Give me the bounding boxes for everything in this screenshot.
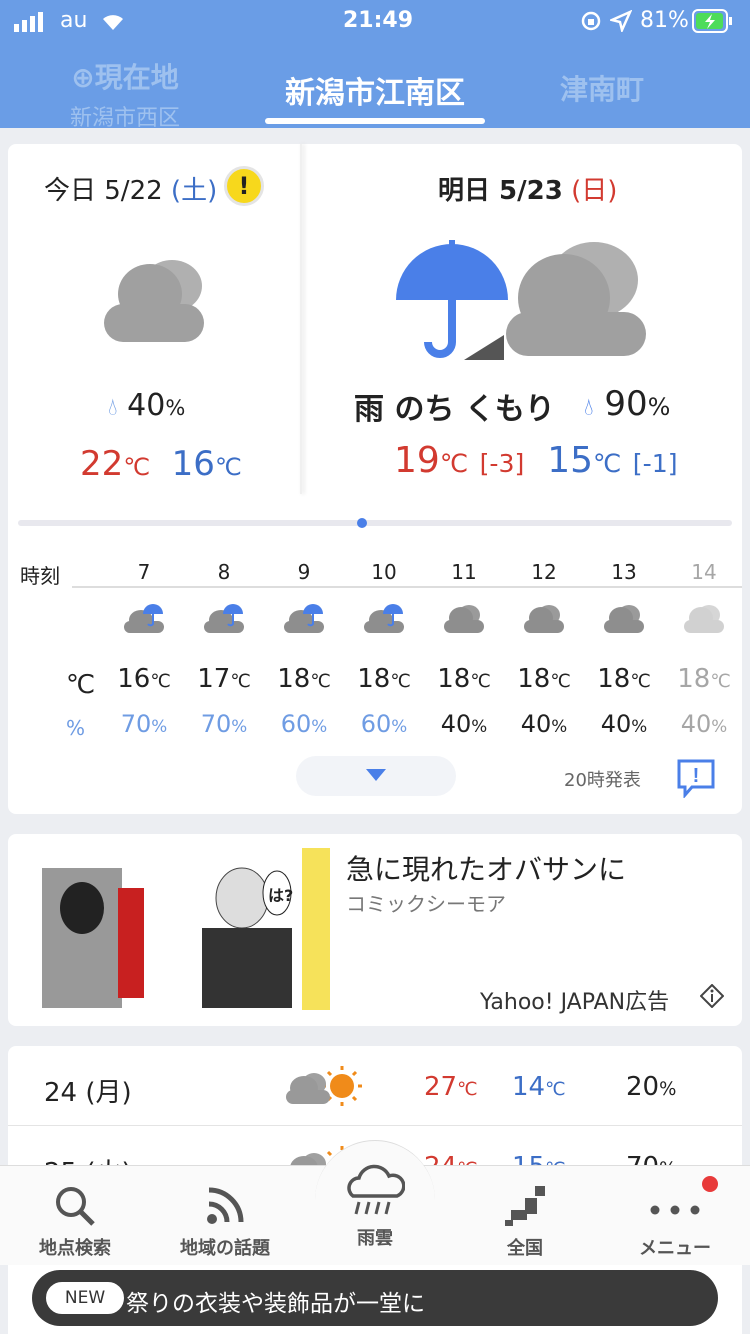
svg-text:!: ! <box>693 765 700 787</box>
location-icon <box>608 9 633 38</box>
nav-national-label: 全国 <box>507 1238 543 1259</box>
cloud-icon <box>443 602 485 638</box>
weekly-date: 24 (月) <box>44 1078 132 1108</box>
search-icon <box>56 1187 95 1226</box>
status-bar: au 21:49 81% <box>0 0 750 44</box>
comic-bubble-text: は? <box>268 886 294 905</box>
clock: 21:49 <box>343 8 414 33</box>
active-tab-indicator <box>265 118 485 124</box>
cloud-icon <box>523 602 565 638</box>
battery-icon <box>692 9 734 39</box>
nav-national[interactable]: 全国 <box>450 1166 600 1260</box>
hour-label: 12 <box>531 560 557 584</box>
nav-topics-label: 地域の話題 <box>180 1238 270 1259</box>
weekly-high: 27℃ <box>424 1072 478 1102</box>
hour-rain: 60% <box>360 710 408 738</box>
rss-icon <box>207 1187 244 1224</box>
hour-rain: 40% <box>680 710 728 738</box>
hour-label: 9 <box>297 560 311 584</box>
nav-menu[interactable]: メニュー <box>600 1166 750 1260</box>
cloud-rain-icon <box>363 602 405 638</box>
hour-temp: 18℃ <box>597 664 651 694</box>
ad-source: コミックシーモア <box>346 892 506 916</box>
hour-label: 8 <box>217 560 231 584</box>
hour-rain: 70% <box>120 710 168 738</box>
hour-rain: 40% <box>600 710 648 738</box>
new-badge: NEW <box>46 1282 124 1314</box>
ad-info-icon[interactable] <box>699 983 725 1012</box>
ad-title[interactable]: 急に現れたオバサンに <box>346 848 626 888</box>
weekly-rain: 20% <box>626 1072 677 1102</box>
news-text: 祭りの衣装や装飾品が一堂に <box>126 1291 425 1317</box>
hour-temp: 18℃ <box>357 664 411 694</box>
news-ticker[interactable]: NEW 祭りの衣装や装飾品が一堂に <box>32 1270 718 1326</box>
hour-label: 10 <box>371 560 397 584</box>
hour-rain: 40% <box>520 710 568 738</box>
hour-label: 14 <box>691 560 717 584</box>
cloud-sun-icon <box>284 1064 366 1115</box>
hourly-forecast[interactable]: 7 16℃ 70% 8 17℃ 70% 9 18℃ 60% 10 18℃ 60% 11 18℃ 40% 12 1… <box>104 144 744 764</box>
hour-label: 13 <box>611 560 637 584</box>
hour-label: 11 <box>451 560 477 584</box>
hour-temp: 18℃ <box>677 664 731 694</box>
issued-time: 20時発表 <box>564 770 641 791</box>
japan-map-icon <box>505 1186 545 1226</box>
chevron-down-icon <box>366 769 386 781</box>
cloud-icon <box>683 602 725 638</box>
nav-search-label: 地点検索 <box>39 1238 111 1259</box>
carrier-label: au <box>60 8 88 33</box>
battery-percent: 81% <box>640 8 689 33</box>
bottom-navigation: 地点検索 地域の話題 雨雲 全国 メニュー <box>0 1140 750 1265</box>
rain-cloud-icon <box>347 1164 405 1215</box>
forecast-card: 今日 5/22 (土) ! 💧︎ 40% 22℃ 16℃ 明日 5/23 (日)… <box>8 144 742 814</box>
cloud-rain-icon <box>123 602 165 638</box>
cloud-rain-icon <box>283 602 325 638</box>
hour-temp: 16℃ <box>117 664 171 694</box>
ad-tag: Yahoo! JAPAN広告 <box>480 990 670 1015</box>
nav-rain-radar-label: 雨雲 <box>357 1228 393 1249</box>
row-label-time: 時刻 <box>20 564 60 588</box>
ad-comic-image[interactable]: は? <box>22 848 330 1010</box>
hour-rain: 60% <box>280 710 328 738</box>
ad-card[interactable]: は? 急に現れたオバサンに コミックシーモア Yahoo! JAPAN広告 <box>8 834 742 1026</box>
hour-temp: 18℃ <box>437 664 491 694</box>
more-icon <box>650 1205 700 1215</box>
signal-icon <box>14 12 48 38</box>
hourly-fade-left: ℃ % <box>8 592 95 758</box>
wifi-icon <box>98 10 128 38</box>
location-tabs: ⊕現在地 新潟市西区 新潟市江南区 津南町 <box>0 44 750 131</box>
weekly-row[interactable]: 24 (月) 27℃ 14℃ 20% <box>8 1046 742 1126</box>
hour-rain: 40% <box>440 710 488 738</box>
feedback-icon[interactable]: ! <box>676 758 716 802</box>
notification-dot <box>702 1176 718 1192</box>
cloud-rain-icon <box>203 602 245 638</box>
nav-rain-radar[interactable]: 雨雲 <box>300 1140 450 1260</box>
weekly-low: 14℃ <box>512 1072 566 1102</box>
nav-menu-label: メニュー <box>639 1238 711 1259</box>
nav-search[interactable]: 地点検索 <box>0 1166 150 1260</box>
hour-temp: 18℃ <box>517 664 571 694</box>
nav-topics[interactable]: 地域の話題 <box>150 1166 300 1260</box>
tab-tsunan[interactable]: 津南町 <box>560 68 644 108</box>
hour-temp: 17℃ <box>197 664 251 694</box>
hour-rain: 70% <box>200 710 248 738</box>
cloud-icon <box>603 602 645 638</box>
hour-temp: 18℃ <box>277 664 331 694</box>
orientation-lock-icon <box>580 10 602 38</box>
expand-button[interactable] <box>296 756 456 796</box>
hour-label: 7 <box>137 560 151 584</box>
